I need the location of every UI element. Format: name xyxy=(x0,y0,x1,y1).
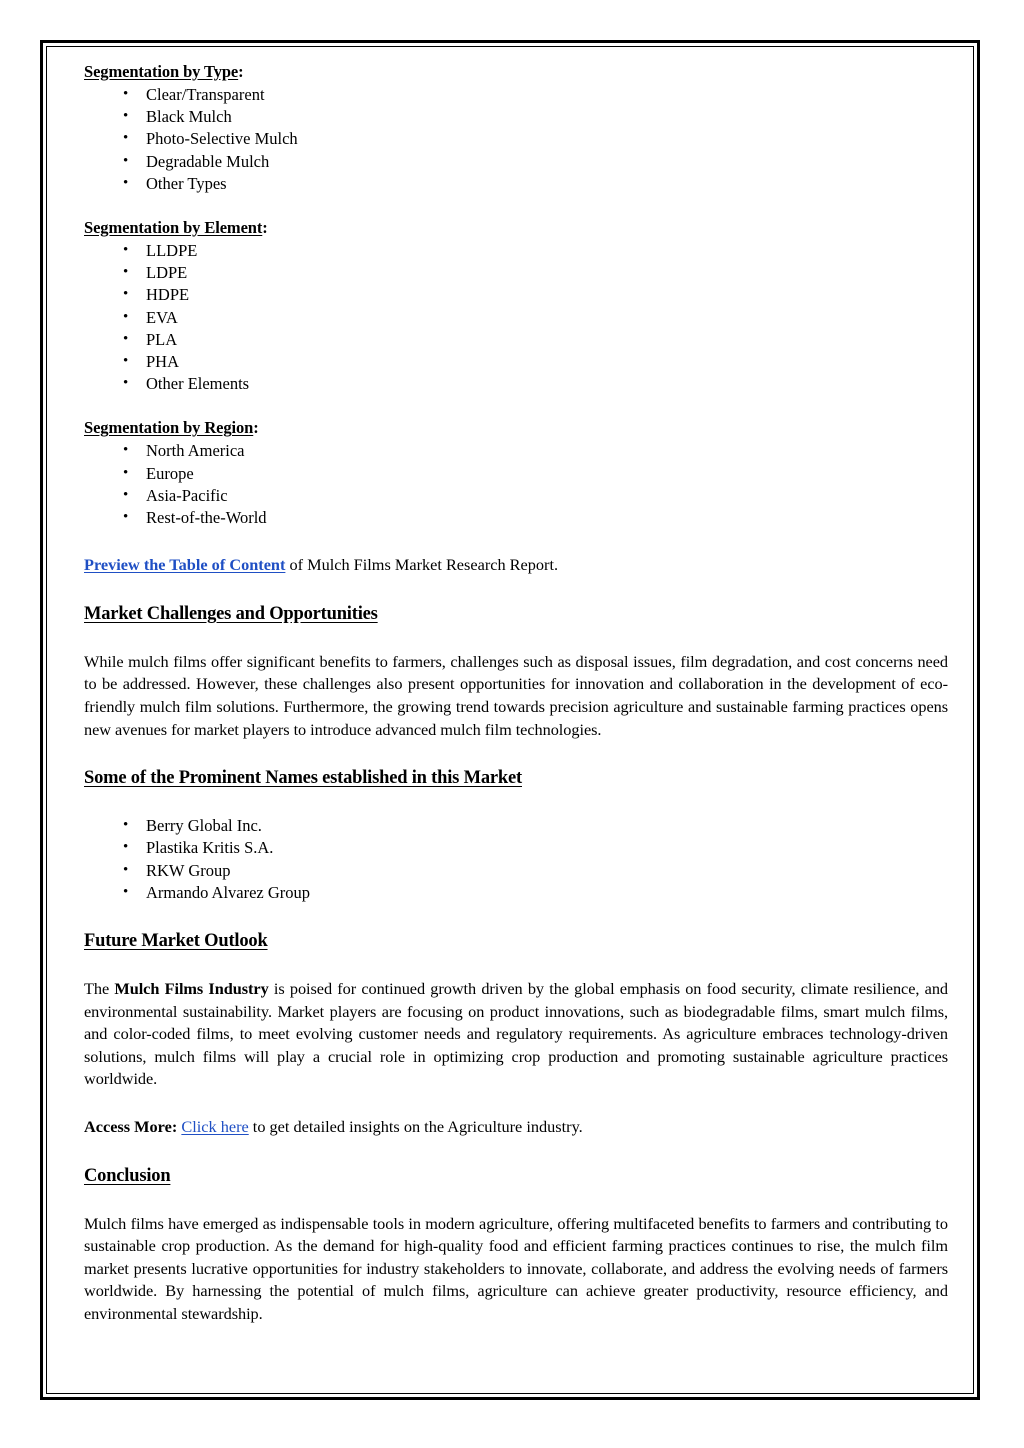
access-more-line: Access More: Click here to get detailed … xyxy=(84,1116,948,1139)
page-inner-border: Segmentation by Type: Clear/Transparent … xyxy=(46,46,974,1394)
segmentation-by-element-heading-colon: : xyxy=(262,218,268,238)
list-item: LLDPE xyxy=(84,239,948,262)
preview-toc-rest: of Mulch Films Market Research Report. xyxy=(285,555,559,575)
preview-table-of-content-link[interactable]: Preview the Table of Content xyxy=(84,555,285,574)
list-item: Plastika Kritis S.A. xyxy=(84,836,948,859)
market-challenges-heading-text: Market Challenges and Opportunities xyxy=(84,603,378,624)
list-item: Other Types xyxy=(84,172,948,195)
list-item: Armando Alvarez Group xyxy=(84,881,948,904)
list-item: Other Elements xyxy=(84,372,948,395)
access-more-label: Access More: xyxy=(84,1117,178,1136)
conclusion-heading: Conclusion xyxy=(84,1164,948,1188)
list-item: HDPE xyxy=(84,283,948,306)
future-market-outlook-heading-text: Future Market Outlook xyxy=(84,931,268,952)
segmentation-by-region-heading-text: Segmentation by Region xyxy=(84,418,254,438)
preview-toc-line: Preview the Table of Content of Mulch Fi… xyxy=(84,554,948,577)
access-more-rest: to get detailed insights on the Agricult… xyxy=(248,1117,583,1136)
list-item: LDPE xyxy=(84,261,948,284)
list-item: Asia-Pacific xyxy=(84,484,948,507)
segmentation-by-type-list: Clear/Transparent Black Mulch Photo-Sele… xyxy=(84,83,948,195)
list-item: North America xyxy=(84,439,948,462)
segmentation-by-type-heading-text: Segmentation by Type xyxy=(84,62,239,81)
list-item: PHA xyxy=(84,350,948,373)
list-item: Photo-Selective Mulch xyxy=(84,127,948,150)
list-item: EVA xyxy=(84,306,948,329)
list-item: Europe xyxy=(84,462,948,485)
segmentation-by-region-heading: Segmentation by Region: xyxy=(84,417,948,439)
segmentation-by-type-heading-colon: : xyxy=(238,62,244,81)
click-here-link[interactable]: Click here xyxy=(181,1117,248,1136)
market-challenges-paragraph: While mulch films offer significant bene… xyxy=(84,651,948,739)
list-item: Clear/Transparent xyxy=(84,83,948,106)
prominent-names-heading: Some of the Prominent Names established … xyxy=(84,766,948,790)
segmentation-by-region-list: North America Europe Asia-Pacific Rest-o… xyxy=(84,439,948,529)
list-item: RKW Group xyxy=(84,859,948,882)
market-challenges-heading: Market Challenges and Opportunities xyxy=(84,602,948,626)
future-outlook-bold-term: Mulch Films Industry xyxy=(114,979,269,999)
segmentation-by-region-heading-colon: : xyxy=(253,418,259,438)
future-market-outlook-heading: Future Market Outlook xyxy=(84,929,948,953)
segmentation-by-element-list: LLDPE LDPE HDPE EVA PLA PHA Other Elemen… xyxy=(84,239,948,395)
document-content: Segmentation by Type: Clear/Transparent … xyxy=(84,61,948,1377)
conclusion-heading-text: Conclusion xyxy=(84,1165,171,1186)
list-item: Berry Global Inc. xyxy=(84,814,948,837)
prominent-names-list: Berry Global Inc. Plastika Kritis S.A. R… xyxy=(84,814,948,904)
list-item: PLA xyxy=(84,328,948,351)
future-outlook-lead: The xyxy=(84,979,115,999)
segmentation-by-element-heading: Segmentation by Element: xyxy=(84,217,948,239)
conclusion-paragraph: Mulch films have emerged as indispensabl… xyxy=(84,1213,948,1323)
prominent-names-heading-text: Some of the Prominent Names established … xyxy=(84,768,522,789)
future-market-outlook-paragraph: The Mulch Films Industry is poised for c… xyxy=(84,978,948,1091)
list-item: Degradable Mulch xyxy=(84,150,948,173)
page-outer-border: Segmentation by Type: Clear/Transparent … xyxy=(40,40,980,1400)
segmentation-by-type-heading: Segmentation by Type: xyxy=(84,61,948,83)
list-item: Black Mulch xyxy=(84,105,948,128)
list-item: Rest-of-the-World xyxy=(84,506,948,529)
segmentation-by-element-heading-text: Segmentation by Element xyxy=(84,218,263,238)
